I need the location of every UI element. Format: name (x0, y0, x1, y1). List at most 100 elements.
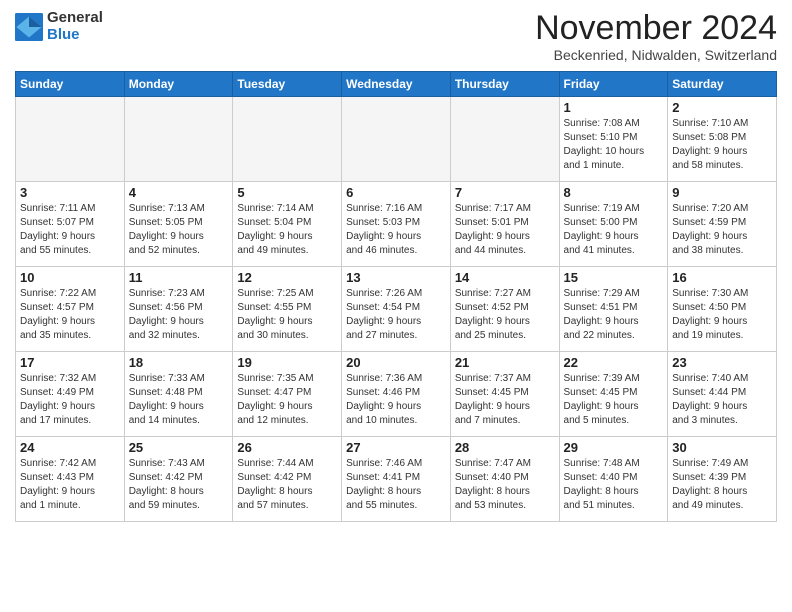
day-number: 14 (455, 270, 555, 285)
day-info: Sunrise: 7:48 AMSunset: 4:40 PMDaylight:… (564, 457, 664, 513)
calendar-cell: 9Sunrise: 7:20 AMSunset: 4:59 PMDaylight… (668, 182, 777, 267)
day-number: 5 (237, 185, 337, 200)
day-info: Sunrise: 7:36 AMSunset: 4:46 PMDaylight:… (346, 372, 446, 428)
calendar-cell: 25Sunrise: 7:43 AMSunset: 4:42 PMDayligh… (124, 437, 233, 522)
weekday-header-row: SundayMondayTuesdayWednesdayThursdayFrid… (16, 72, 777, 97)
title-block: November 2024 Beckenried, Nidwalden, Swi… (535, 10, 777, 63)
weekday-header-saturday: Saturday (668, 72, 777, 97)
calendar-cell: 14 Sunrise: 7:27 AMSunset: 4:52 PMDayligh… (450, 267, 559, 352)
day-number: 28 (455, 440, 555, 455)
day-info: Sunrise: 7:42 AMSunset: 4:43 PMDaylight:… (20, 457, 120, 513)
calendar-cell: 5 Sunrise: 7:14 AMSunset: 5:04 PMDaylight… (233, 182, 342, 267)
calendar-week-row: 24 Sunrise: 7:42 AMSunset: 4:43 PMDayligh… (16, 437, 777, 522)
day-info: Sunrise: 7:13 AMSunset: 5:05 PMDaylight:… (129, 202, 229, 258)
day-number: 15 (564, 270, 664, 285)
day-number: 8 (564, 185, 664, 200)
day-number: 12 (237, 270, 337, 285)
day-number: 2 (672, 100, 772, 115)
calendar-cell (233, 97, 342, 182)
calendar-cell: 27 Sunrise: 7:46 AMSunset: 4:41 PMDayligh… (342, 437, 451, 522)
calendar-cell: 12 Sunrise: 7:25 AMSunset: 4:55 PMDayligh… (233, 267, 342, 352)
day-number: 27 (346, 440, 446, 455)
weekday-header-friday: Friday (559, 72, 668, 97)
day-info: Sunrise: 7:23 AMSunset: 4:56 PMDaylight:… (129, 287, 229, 343)
calendar-cell: 29Sunrise: 7:48 AMSunset: 4:40 PMDayligh… (559, 437, 668, 522)
day-number: 7 (455, 185, 555, 200)
calendar-cell: 7 Sunrise: 7:17 AMSunset: 5:01 PMDaylight… (450, 182, 559, 267)
day-info: Sunrise: 7:20 AMSunset: 4:59 PMDaylight:… (672, 202, 772, 258)
calendar-cell (16, 97, 125, 182)
calendar-cell: 20Sunrise: 7:36 AMSunset: 4:46 PMDayligh… (342, 352, 451, 437)
calendar-cell: 10 Sunrise: 7:22 AMSunset: 4:57 PMDayligh… (16, 267, 125, 352)
calendar-cell: 4 Sunrise: 7:13 AMSunset: 5:05 PMDaylight… (124, 182, 233, 267)
day-number: 26 (237, 440, 337, 455)
calendar-week-row: 10 Sunrise: 7:22 AMSunset: 4:57 PMDayligh… (16, 267, 777, 352)
day-info: Sunrise: 7:17 AMSunset: 5:01 PMDaylight:… (455, 202, 555, 258)
calendar-cell: 2 Sunrise: 7:10 AMSunset: 5:08 PMDaylight… (668, 97, 777, 182)
day-info: Sunrise: 7:39 AMSunset: 4:45 PMDaylight:… (564, 372, 664, 428)
day-info: Sunrise: 7:44 AMSunset: 4:42 PMDaylight:… (237, 457, 337, 513)
calendar-cell (342, 97, 451, 182)
day-info: Sunrise: 7:25 AMSunset: 4:55 PMDaylight:… (237, 287, 337, 343)
calendar-cell: 19 Sunrise: 7:35 AMSunset: 4:47 PMDayligh… (233, 352, 342, 437)
calendar-week-row: 1Sunrise: 7:08 AMSunset: 5:10 PMDaylight… (16, 97, 777, 182)
day-number: 19 (237, 355, 337, 370)
calendar-cell: 6Sunrise: 7:16 AMSunset: 5:03 PMDaylight… (342, 182, 451, 267)
day-info: Sunrise: 7:30 AMSunset: 4:50 PMDaylight:… (672, 287, 772, 343)
calendar-cell (124, 97, 233, 182)
calendar-table: SundayMondayTuesdayWednesdayThursdayFrid… (15, 71, 777, 522)
calendar-cell: 3 Sunrise: 7:11 AMSunset: 5:07 PMDaylight… (16, 182, 125, 267)
day-number: 3 (20, 185, 120, 200)
day-info: Sunrise: 7:11 AMSunset: 5:07 PMDaylight:… (20, 202, 120, 258)
day-info: Sunrise: 7:26 AMSunset: 4:54 PMDaylight:… (346, 287, 446, 343)
logo-blue-text: Blue (47, 27, 103, 44)
weekday-header-sunday: Sunday (16, 72, 125, 97)
calendar-cell: 8 Sunrise: 7:19 AMSunset: 5:00 PMDaylight… (559, 182, 668, 267)
calendar-cell: 21 Sunrise: 7:37 AMSunset: 4:45 PMDayligh… (450, 352, 559, 437)
day-number: 24 (20, 440, 120, 455)
calendar-cell: 1Sunrise: 7:08 AMSunset: 5:10 PMDaylight… (559, 97, 668, 182)
day-info: Sunrise: 7:33 AMSunset: 4:48 PMDaylight:… (129, 372, 229, 428)
day-number: 4 (129, 185, 229, 200)
day-info: Sunrise: 7:46 AMSunset: 4:41 PMDaylight:… (346, 457, 446, 513)
weekday-header-tuesday: Tuesday (233, 72, 342, 97)
location-text: Beckenried, Nidwalden, Switzerland (535, 47, 777, 63)
day-info: Sunrise: 7:14 AMSunset: 5:04 PMDaylight:… (237, 202, 337, 258)
day-info: Sunrise: 7:10 AMSunset: 5:08 PMDaylight:… (672, 117, 772, 173)
calendar-cell: 28 Sunrise: 7:47 AMSunset: 4:40 PMDayligh… (450, 437, 559, 522)
day-number: 30 (672, 440, 772, 455)
day-info: Sunrise: 7:27 AMSunset: 4:52 PMDaylight:… (455, 287, 555, 343)
day-number: 10 (20, 270, 120, 285)
day-info: Sunrise: 7:29 AMSunset: 4:51 PMDaylight:… (564, 287, 664, 343)
day-info: Sunrise: 7:49 AMSunset: 4:39 PMDaylight:… (672, 457, 772, 513)
calendar-week-row: 17 Sunrise: 7:32 AMSunset: 4:49 PMDayligh… (16, 352, 777, 437)
calendar-cell: 18 Sunrise: 7:33 AMSunset: 4:48 PMDayligh… (124, 352, 233, 437)
weekday-header-thursday: Thursday (450, 72, 559, 97)
day-info: Sunrise: 7:47 AMSunset: 4:40 PMDaylight:… (455, 457, 555, 513)
day-info: Sunrise: 7:22 AMSunset: 4:57 PMDaylight:… (20, 287, 120, 343)
day-number: 23 (672, 355, 772, 370)
calendar-cell: 30 Sunrise: 7:49 AMSunset: 4:39 PMDayligh… (668, 437, 777, 522)
calendar-cell: 11Sunrise: 7:23 AMSunset: 4:56 PMDayligh… (124, 267, 233, 352)
day-number: 1 (564, 100, 664, 115)
day-number: 17 (20, 355, 120, 370)
calendar-cell: 15 Sunrise: 7:29 AMSunset: 4:51 PMDayligh… (559, 267, 668, 352)
day-info: Sunrise: 7:37 AMSunset: 4:45 PMDaylight:… (455, 372, 555, 428)
calendar-cell: 24 Sunrise: 7:42 AMSunset: 4:43 PMDayligh… (16, 437, 125, 522)
day-info: Sunrise: 7:35 AMSunset: 4:47 PMDaylight:… (237, 372, 337, 428)
day-number: 21 (455, 355, 555, 370)
calendar-cell: 13 Sunrise: 7:26 AMSunset: 4:54 PMDayligh… (342, 267, 451, 352)
calendar-cell: 17 Sunrise: 7:32 AMSunset: 4:49 PMDayligh… (16, 352, 125, 437)
day-info: Sunrise: 7:32 AMSunset: 4:49 PMDaylight:… (20, 372, 120, 428)
day-info: Sunrise: 7:40 AMSunset: 4:44 PMDaylight:… (672, 372, 772, 428)
day-number: 6 (346, 185, 446, 200)
day-number: 13 (346, 270, 446, 285)
day-info: Sunrise: 7:19 AMSunset: 5:00 PMDaylight:… (564, 202, 664, 258)
day-number: 18 (129, 355, 229, 370)
logo-text: General Blue (47, 10, 103, 43)
day-number: 16 (672, 270, 772, 285)
calendar-cell: 23 Sunrise: 7:40 AMSunset: 4:44 PMDayligh… (668, 352, 777, 437)
calendar-week-row: 3 Sunrise: 7:11 AMSunset: 5:07 PMDaylight… (16, 182, 777, 267)
weekday-header-wednesday: Wednesday (342, 72, 451, 97)
calendar-cell (450, 97, 559, 182)
